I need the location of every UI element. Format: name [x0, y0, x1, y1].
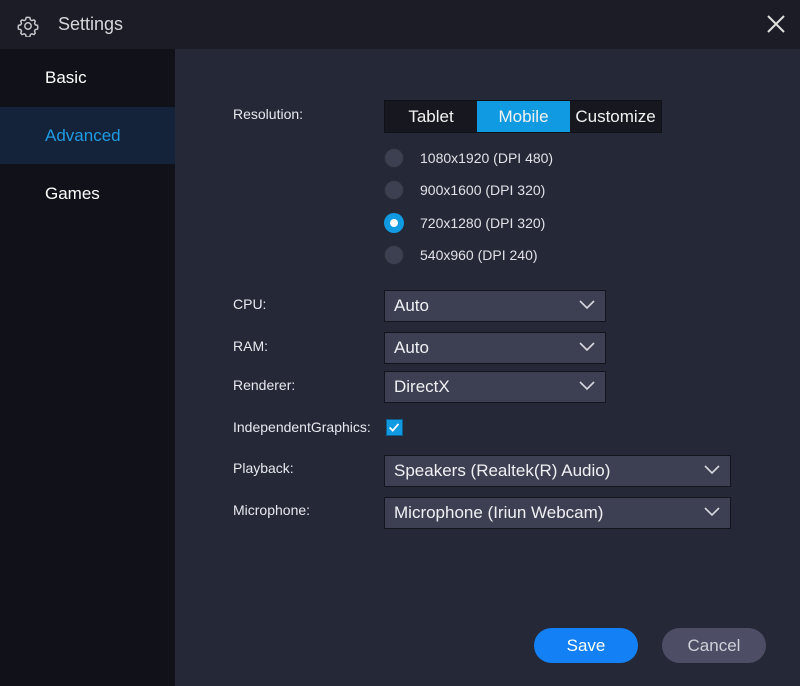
renderer-select[interactable]: DirectX [384, 371, 606, 403]
chevron-down-icon [704, 465, 720, 475]
checkmark-icon [389, 423, 400, 432]
sidebar-item-advanced[interactable]: Advanced [0, 107, 175, 164]
save-button[interactable]: Save [534, 628, 638, 663]
cpu-value: Auto [394, 296, 429, 315]
window-title: Settings [58, 14, 124, 34]
cpu-select[interactable]: Auto [384, 290, 606, 322]
ram-select[interactable]: Auto [384, 332, 606, 364]
chevron-down-icon [704, 507, 720, 517]
tab-tablet[interactable]: Tablet [385, 101, 477, 132]
resolution-option-label: 900x1600 (DPI 320) [420, 182, 546, 198]
radio-button-selected[interactable] [384, 213, 404, 233]
resolution-tabs: Tablet Mobile Customize [384, 100, 662, 133]
playback-label: Playback: [233, 460, 294, 476]
renderer-value: DirectX [394, 377, 450, 396]
playback-value: Speakers (Realtek(R) Audio) [394, 461, 611, 480]
chevron-down-icon [579, 300, 595, 310]
tab-mobile[interactable]: Mobile [477, 101, 570, 132]
sidebar-item-basic[interactable]: Basic [0, 49, 175, 106]
radio-button[interactable] [384, 180, 404, 200]
independent-graphics-checkbox[interactable] [386, 419, 403, 436]
resolution-option-label: 1080x1920 (DPI 480) [420, 150, 554, 166]
resolution-label: Resolution: [233, 106, 304, 122]
resolution-option[interactable]: 900x1600 (DPI 320) [384, 179, 545, 201]
cancel-button[interactable]: Cancel [662, 628, 766, 663]
ram-value: Auto [394, 338, 429, 357]
renderer-label: Renderer: [233, 377, 296, 393]
settings-window: Settings Basic Advanced Games Resolution… [0, 0, 800, 686]
gear-icon [17, 16, 39, 37]
sidebar-item-games[interactable]: Games [0, 165, 175, 222]
microphone-value: Microphone (Iriun Webcam) [394, 503, 604, 522]
sidebar: Basic Advanced Games [0, 49, 175, 686]
resolution-option[interactable]: 1080x1920 (DPI 480) [384, 147, 553, 169]
resolution-option-label: 540x960 (DPI 240) [420, 247, 538, 263]
title-bar: Settings [0, 0, 800, 49]
radio-button[interactable] [384, 245, 404, 265]
cpu-label: CPU: [233, 296, 267, 312]
tab-customize[interactable]: Customize [570, 101, 661, 132]
resolution-option[interactable]: 720x1280 (DPI 320) [384, 212, 545, 234]
chevron-down-icon [579, 342, 595, 352]
playback-select[interactable]: Speakers (Realtek(R) Audio) [384, 455, 731, 487]
resolution-option-label: 720x1280 (DPI 320) [420, 215, 546, 231]
ram-label: RAM: [233, 338, 268, 354]
close-icon[interactable] [765, 13, 787, 35]
resolution-option[interactable]: 540x960 (DPI 240) [384, 244, 538, 266]
microphone-label: Microphone: [233, 502, 311, 518]
radio-button[interactable] [384, 148, 404, 168]
microphone-select[interactable]: Microphone (Iriun Webcam) [384, 497, 731, 529]
chevron-down-icon [579, 381, 595, 391]
main-panel [175, 49, 800, 686]
independent-graphics-label: IndependentGraphics: [233, 419, 371, 435]
